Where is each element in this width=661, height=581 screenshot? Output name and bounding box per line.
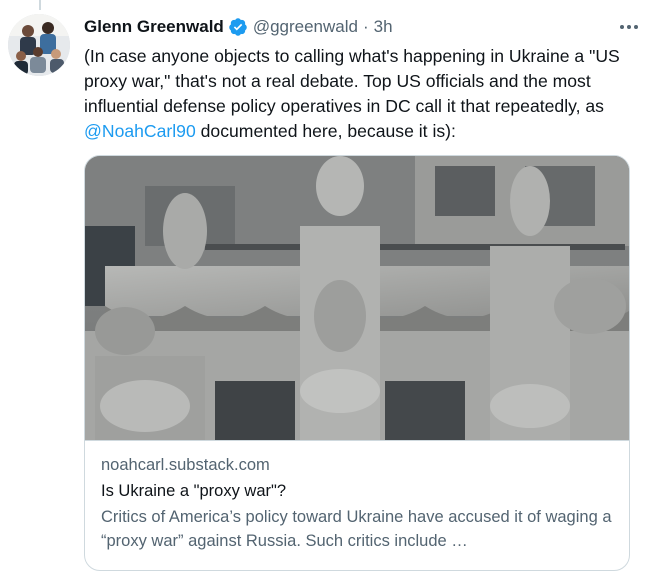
tweet-header: Glenn Greenwald @ggreenwald · 3h [84, 14, 641, 40]
card-image[interactable] [85, 156, 629, 440]
avatar[interactable] [8, 14, 70, 76]
more-options-icon[interactable] [617, 14, 641, 40]
card-domain: noahcarl.substack.com [101, 456, 270, 474]
card-title: Is Ukraine a "proxy war"? [101, 482, 287, 500]
author-name[interactable]: Glenn Greenwald [84, 17, 224, 37]
author-handle[interactable]: @ggreenwald [253, 17, 358, 37]
card-description: Critics of America’s policy toward Ukrai… [101, 508, 612, 550]
mention-link[interactable]: @NoahCarl90 [84, 121, 196, 141]
thread-connector-line [39, 0, 41, 10]
separator-dot: · [362, 17, 369, 36]
tweet-text: (In case anyone objects to calling what'… [84, 44, 639, 144]
tweet-text-before: (In case anyone objects to calling what'… [84, 46, 620, 116]
tweet-text-after: documented here, because it is): [195, 121, 456, 141]
link-preview-card[interactable]: noahcarl.substack.com Is Ukraine a "prox… [84, 155, 630, 571]
card-body[interactable]: noahcarl.substack.com Is Ukraine a "prox… [85, 440, 629, 570]
avatar-image [8, 14, 70, 76]
tweet-timestamp[interactable]: 3h [374, 17, 393, 37]
verified-badge-icon [228, 17, 248, 37]
